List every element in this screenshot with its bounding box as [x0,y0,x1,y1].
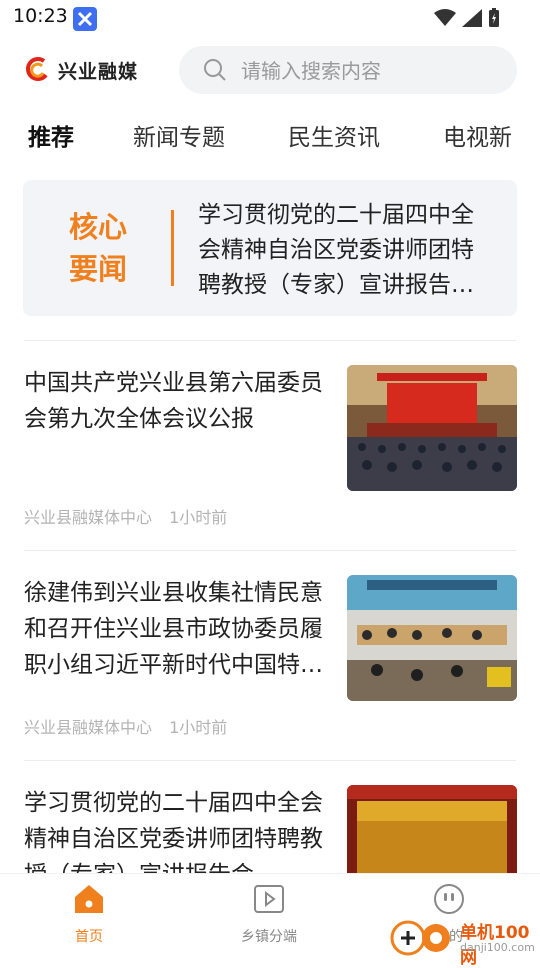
news-time: 1小时前 [169,508,228,527]
tab-tv-news[interactable]: 电视新 [443,118,512,152]
watermark-logo-icon [390,920,450,956]
app-name: 兴业融媒 [58,61,139,83]
search-input[interactable] [239,46,503,96]
news-meta: 兴业县融媒体中心 1小时前 [24,714,227,738]
nav-home-label: 首页 [75,929,103,945]
wifi-icon [434,9,456,26]
news-title[interactable]: 学习贯彻党的二十届四中全会精神自治区党委讲师团特聘教授（专家）宣讲报告会 [24,785,324,873]
status-time: 10:23 [13,5,68,27]
app-header: 兴业融媒 [0,44,540,96]
news-item[interactable]: 学习贯彻党的二十届四中全会精神自治区党委讲师团特聘教授（专家）宣讲报告会 [0,761,540,873]
watermark-url: danji100.com [460,941,535,954]
news-item[interactable]: 中国共产党兴业县第六届委员会第九次全体会议公报 兴业县融媒体中心 1小时前 [0,341,540,549]
battery-icon [489,8,499,27]
status-bar: 10:23 [0,0,540,36]
news-title[interactable]: 中国共产党兴业县第六届委员会第九次全体会议公报 [24,365,324,437]
news-title[interactable]: 徐建伟到兴业县收集社情民意和召开住兴业县市政协委员履职小组习近平新时代中国特色社… [24,575,324,683]
tab-recommend[interactable]: 推荐 [28,118,74,152]
nav-towns-label: 乡镇分端 [241,929,297,945]
home-icon [75,885,103,913]
news-time: 1小时前 [169,718,228,737]
search-icon [204,59,226,81]
notification-app-icon [73,7,97,31]
news-thumbnail[interactable] [347,575,517,701]
news-source: 兴业县融媒体中心 [24,718,153,737]
signal-icon [462,9,482,27]
headline-divider [171,210,174,286]
news-thumbnail[interactable] [347,785,517,873]
tab-livelihood[interactable]: 民生资讯 [288,118,380,152]
headline-text[interactable]: 学习贯彻党的二十届四中全会精神自治区党委讲师团特聘教授（专家）宣讲报告会在兴业县… [198,198,492,303]
news-item[interactable]: 徐建伟到兴业县收集社情民意和召开住兴业县市政协委员履职小组习近平新时代中国特色社… [0,551,540,759]
category-tabs: 推荐 新闻专题 民生资讯 电视新 [0,108,540,160]
video-icon [254,885,284,913]
news-meta: 兴业县融媒体中心 1小时前 [24,504,227,528]
tab-news-topics[interactable]: 新闻专题 [133,118,225,152]
watermark: 单机100网 danji100.com [388,916,540,968]
search-bar[interactable] [179,46,517,96]
profile-icon [434,884,464,914]
nav-home[interactable]: 首页 [29,882,149,946]
nav-towns[interactable]: 乡镇分端 [209,882,329,946]
news-source: 兴业县融媒体中心 [24,508,153,527]
headline-badge: 核心 要闻 [68,210,127,286]
app-logo-icon [26,57,48,81]
headline-card[interactable]: 核心 要闻 学习贯彻党的二十届四中全会精神自治区党委讲师团特聘教授（专家）宣讲报… [23,180,517,316]
status-icons [434,8,500,28]
news-thumbnail[interactable] [347,365,517,491]
